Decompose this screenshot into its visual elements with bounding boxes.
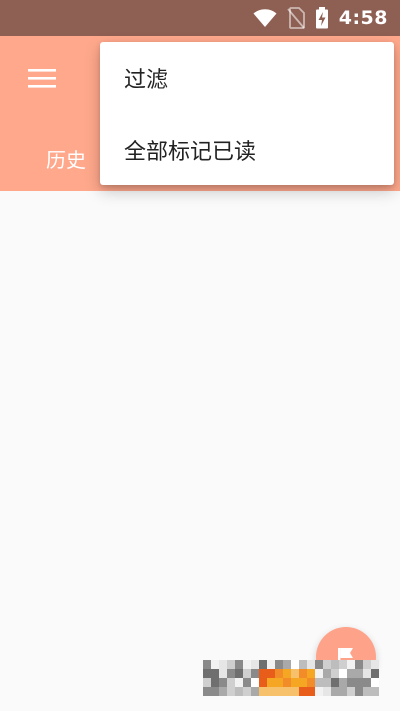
no-sim-icon (287, 7, 305, 29)
status-time: 4:58 (338, 7, 388, 29)
battery-charging-icon (315, 7, 329, 29)
menu-item-filter[interactable]: 过滤 (100, 42, 394, 114)
menu-item-mark-all-read[interactable]: 全部标记已读 (100, 114, 394, 186)
status-icons: 4:58 (253, 0, 388, 36)
menu-button[interactable] (18, 58, 66, 98)
menu-icon (27, 67, 57, 89)
tab-history[interactable]: 历史 (30, 128, 102, 188)
ad-banner (203, 660, 379, 696)
status-bar: 4:58 (0, 0, 400, 36)
overflow-menu: 过滤 全部标记已读 (100, 42, 394, 185)
wifi-icon (253, 8, 277, 28)
